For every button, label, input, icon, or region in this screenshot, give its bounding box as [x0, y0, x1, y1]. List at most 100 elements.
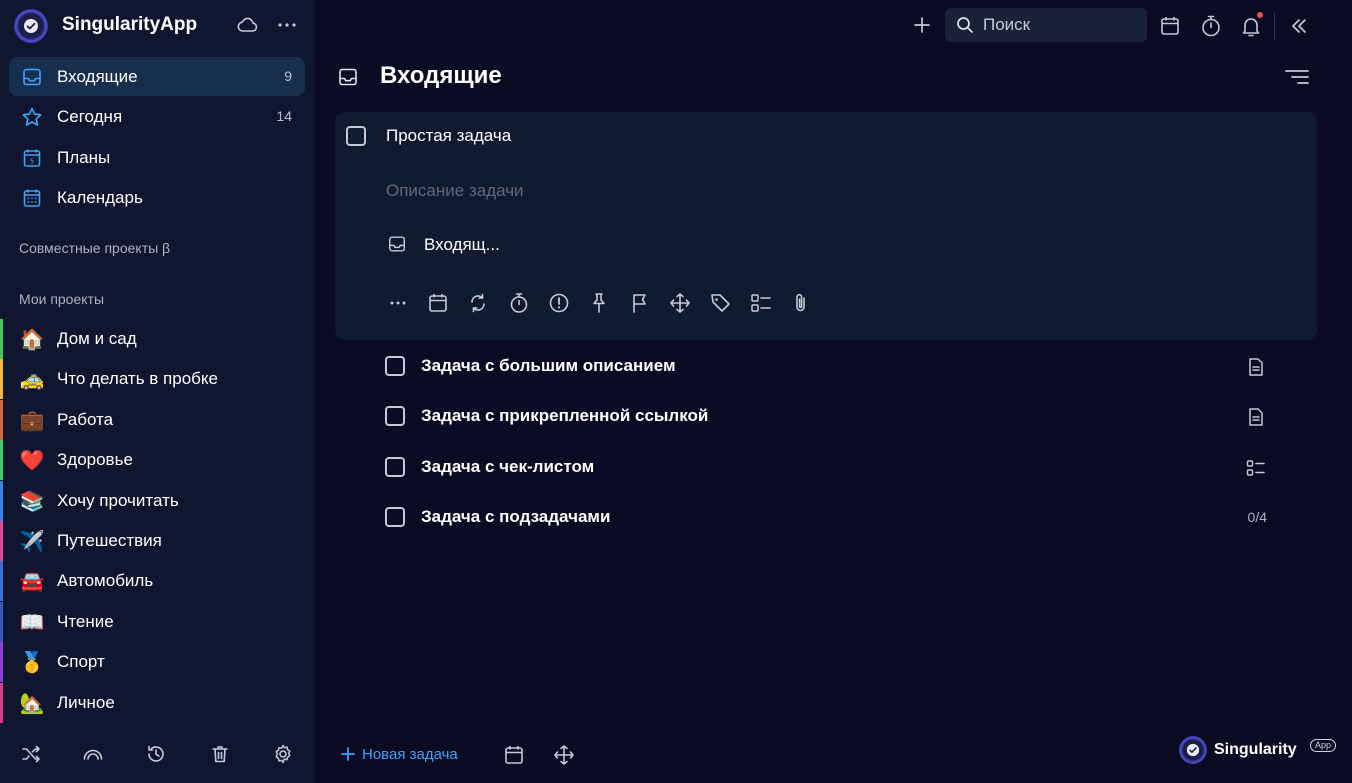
history-icon[interactable] — [145, 743, 167, 765]
more-options-icon[interactable] — [277, 14, 297, 36]
task-checkbox[interactable] — [385, 507, 405, 527]
app-name: SingularityApp — [62, 14, 198, 35]
timer-icon[interactable] — [508, 291, 530, 315]
project-item-travel[interactable]: ✈️ Путешествия — [0, 521, 314, 561]
task-title[interactable]: Задача с большим описанием — [421, 356, 676, 376]
open-book-icon: 📖 — [19, 610, 45, 634]
app-logo-icon[interactable] — [14, 9, 48, 43]
medal-icon: 🥇 — [19, 650, 45, 674]
flag-icon[interactable] — [629, 291, 651, 315]
plus-icon — [340, 746, 356, 762]
star-icon — [21, 106, 43, 128]
collapse-chevrons-icon[interactable] — [1288, 15, 1310, 37]
project-color-bar — [0, 319, 3, 359]
checklist-icon — [1246, 458, 1266, 478]
task-checkbox[interactable] — [385, 457, 405, 477]
habits-arc-icon[interactable] — [82, 743, 104, 765]
task-checkbox[interactable] — [346, 126, 366, 146]
svg-text:5: 5 — [30, 158, 34, 166]
task-row[interactable]: Задача с большим описанием — [335, 342, 1317, 392]
shared-projects-heading[interactable]: Совместные проекты β — [19, 240, 170, 256]
tag-icon[interactable] — [709, 291, 731, 315]
move-arrows-icon[interactable] — [553, 743, 575, 767]
search-box[interactable] — [945, 8, 1147, 42]
my-projects-heading[interactable]: Мои проекты — [19, 291, 104, 307]
task-title[interactable]: Задача с прикрепленной ссылкой — [421, 406, 708, 426]
new-task-label: Новая задача — [362, 746, 458, 763]
trash-icon[interactable] — [209, 743, 231, 765]
sidebar-header: SingularityApp — [0, 0, 314, 52]
plans-calendar-icon: 5 — [21, 147, 43, 169]
car-icon: 🚘 — [19, 569, 45, 593]
nav-item-inbox[interactable]: Входящие 9 — [9, 57, 305, 96]
checklist-icon[interactable] — [750, 291, 772, 315]
more-options-icon[interactable] — [387, 291, 409, 315]
add-plus-icon[interactable] — [912, 15, 932, 35]
project-label: Дом и сад — [57, 329, 137, 348]
nav-label: Календарь — [57, 188, 143, 207]
search-input[interactable] — [983, 8, 1143, 42]
task-row[interactable]: Задача с прикрепленной ссылкой — [335, 392, 1317, 442]
shuffle-icon[interactable] — [20, 743, 42, 765]
attachment-paperclip-icon[interactable] — [790, 291, 812, 315]
subtask-count: 0/4 — [1247, 509, 1267, 525]
timer-icon[interactable] — [1200, 14, 1222, 38]
nav-label: Планы — [57, 148, 111, 167]
repeat-icon[interactable] — [467, 291, 489, 315]
task-row[interactable]: Задача с подзадачами 0/4 — [335, 493, 1317, 543]
project-color-bar — [0, 521, 3, 561]
task-toolbar — [387, 291, 827, 315]
task-title[interactable]: Задача с чек-листом — [421, 457, 594, 477]
project-item-personal[interactable]: 🏡 Личное — [0, 683, 314, 723]
task-edit-card: Простая задача Описание задачи Входящ... — [335, 112, 1317, 340]
briefcase-icon: 💼 — [19, 408, 45, 432]
project-item-car[interactable]: 🚘 Автомобиль — [0, 561, 314, 601]
task-project-selector[interactable]: Входящ... — [424, 235, 500, 255]
project-item-reading[interactable]: 📖 Чтение — [0, 602, 314, 642]
singularity-logo-icon — [1179, 736, 1207, 764]
calendar-icon[interactable] — [1159, 15, 1181, 37]
project-item-to-read[interactable]: 📚 Хочу прочитать — [0, 481, 314, 521]
project-color-bar — [0, 440, 3, 480]
cloud-sync-icon[interactable] — [235, 14, 259, 36]
nav-item-today[interactable]: Сегодня 14 — [9, 97, 305, 136]
project-item-health[interactable]: ❤️ Здоровье — [0, 440, 314, 480]
project-item-sport[interactable]: 🥇 Спорт — [0, 642, 314, 682]
inbox-icon — [21, 66, 43, 88]
project-label: Спорт — [57, 652, 105, 671]
task-checkbox[interactable] — [385, 356, 405, 376]
project-color-bar — [0, 683, 3, 723]
task-title[interactable]: Задача с подзадачами — [421, 507, 610, 527]
calendar-icon[interactable] — [503, 744, 525, 766]
house-icon: 🏠 — [19, 327, 45, 351]
task-row[interactable]: Задача с чек-листом — [335, 443, 1317, 493]
project-color-bar — [0, 561, 3, 601]
notification-dot — [1257, 12, 1263, 18]
nav-count: 9 — [284, 68, 292, 84]
pin-icon[interactable] — [588, 291, 610, 315]
project-item-home[interactable]: 🏠 Дом и сад — [0, 319, 314, 359]
nav-item-calendar[interactable]: Календарь — [9, 178, 305, 217]
sort-filter-icon[interactable] — [1284, 67, 1310, 87]
project-label: Хочу прочитать — [57, 491, 179, 510]
settings-gear-icon[interactable] — [272, 743, 294, 765]
project-label: Автомобиль — [57, 571, 154, 590]
project-label: Работа — [57, 410, 114, 429]
priority-alert-icon[interactable] — [548, 291, 570, 315]
task-checkbox[interactable] — [385, 406, 405, 426]
date-calendar-icon[interactable] — [427, 291, 449, 315]
inbox-icon[interactable] — [387, 234, 407, 254]
divider — [1274, 12, 1275, 40]
taxi-icon: 🚕 — [19, 367, 45, 391]
project-item-traffic[interactable]: 🚕 Что делать в пробке — [0, 359, 314, 399]
project-color-bar — [0, 642, 3, 682]
task-description-input[interactable]: Описание задачи — [386, 181, 524, 201]
move-arrows-icon[interactable] — [669, 291, 691, 315]
task-title-input[interactable]: Простая задача — [386, 126, 511, 146]
project-color-bar — [0, 359, 3, 399]
project-label: Путешествия — [57, 531, 162, 550]
nav-count: 14 — [276, 108, 292, 124]
project-label: Здоровье — [57, 450, 133, 469]
project-item-work[interactable]: 💼 Работа — [0, 400, 314, 440]
nav-item-plans[interactable]: 5 Планы — [9, 138, 305, 177]
